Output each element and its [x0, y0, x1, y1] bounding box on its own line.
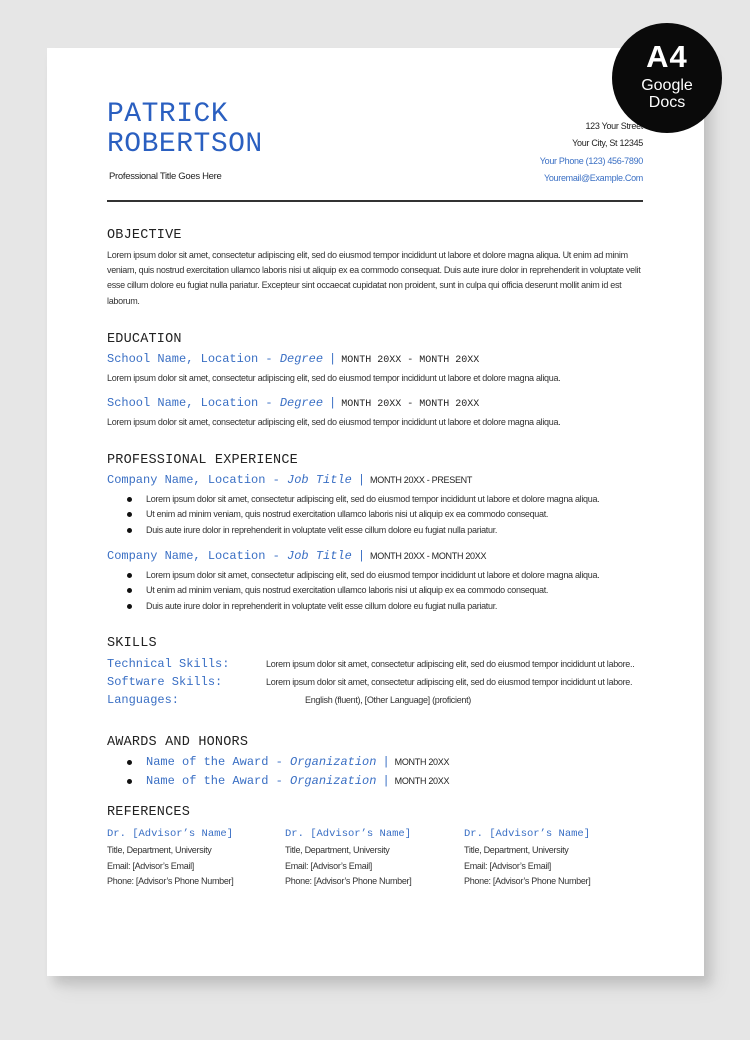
list-item: Ut enim ad minim veniam, quis nostrud ex…: [127, 583, 599, 598]
reference-name: Dr. [Advisor’s Name]: [285, 828, 412, 840]
experience-bullets: Lorem ipsum dolor sit amet, consectetur …: [127, 492, 600, 538]
reference-email: Email: [Advisor’s Email]: [464, 860, 551, 871]
resume-page: PATRICK ROBERTSON Professional Title Goe…: [47, 48, 704, 976]
reference-phone: Phone: [Advisor’s Phone Number]: [464, 876, 591, 886]
skill-row: Languages: English (fluent), [Other Lang…: [107, 693, 647, 711]
reference-card: Dr. [Advisor’s Name] Title, Department, …: [464, 828, 634, 890]
skill-row: Software Skills: Lorem ipsum dolor sit a…: [107, 675, 647, 693]
awards-list: Name of the Award - Organization | MONTH 2…: [127, 755, 449, 793]
references-heading: REFERENCES: [107, 805, 191, 820]
reference-title: Title, Department, University: [464, 845, 569, 855]
skill-value: Lorem ipsum dolor sit amet, consectetur …: [266, 659, 635, 669]
objective-heading: OBJECTIVE: [107, 228, 182, 243]
a4-google-docs-badge: A4 Google Docs: [612, 23, 722, 133]
list-item: Ut enim ad minim veniam, quis nostrud ex…: [127, 507, 599, 522]
education-entry-description: Lorem ipsum dolor sit amet, consectetur …: [107, 373, 561, 383]
reference-email: Email: [Advisor’s Email]: [107, 860, 194, 871]
list-item: Duis aute irure dolor in reprehenderit i…: [127, 523, 599, 538]
professional-title: Professional Title Goes Here: [109, 171, 222, 182]
reference-name: Dr. [Advisor’s Name]: [107, 828, 234, 840]
contact-city: Your City, St 12345: [572, 138, 643, 149]
reference-card: Dr. [Advisor’s Name] Title, Department, …: [285, 828, 455, 890]
education-entry-title: School Name, Location - Degree | MONTH 20X…: [107, 352, 480, 366]
reference-name: Dr. [Advisor’s Name]: [464, 828, 591, 840]
badge-size: A4: [646, 39, 688, 74]
experience-heading: PROFESSIONAL EXPERIENCE: [107, 453, 298, 468]
badge-label: Google Docs: [641, 77, 693, 111]
contact-street: 123 Your Street: [585, 121, 643, 131]
awards-heading: AWARDS AND HONORS: [107, 735, 249, 750]
skill-label: Languages:: [107, 693, 180, 707]
experience-bullets: Lorem ipsum dolor sit amet, consectetur …: [127, 568, 600, 614]
header-divider: [107, 200, 643, 202]
skill-row: Technical Skills: Lorem ipsum dolor sit …: [107, 657, 647, 675]
list-item: Duis aute irure dolor in reprehenderit i…: [127, 599, 599, 614]
education-heading: EDUCATION: [107, 332, 182, 347]
candidate-name: PATRICK ROBERTSON: [107, 99, 263, 160]
list-item: Lorem ipsum dolor sit amet, consectetur …: [127, 568, 600, 583]
contact-phone[interactable]: Your Phone (123) 456-7890: [540, 153, 644, 170]
reference-card: Dr. [Advisor’s Name] Title, Department, …: [107, 828, 277, 890]
reference-email: Email: [Advisor’s Email]: [285, 860, 372, 871]
experience-entry-title: Company Name, Location - Job Title | MONTH…: [107, 549, 487, 563]
reference-title: Title, Department, University: [285, 845, 390, 855]
education-entry-title: School Name, Location - Degree | MONTH 20X…: [107, 396, 480, 410]
list-item: Lorem ipsum dolor sit amet, consectetur …: [127, 492, 600, 507]
skills-heading: SKILLS: [107, 636, 157, 651]
reference-phone: Phone: [Advisor’s Phone Number]: [285, 876, 412, 886]
skill-value: Lorem ipsum dolor sit amet, consectetur …: [266, 677, 633, 687]
skill-label: Technical Skills:: [107, 657, 230, 671]
contact-block: 123 Your Street Your City, St 12345 Your…: [540, 118, 644, 187]
reference-title: Title, Department, University: [107, 845, 212, 855]
reference-phone: Phone: [Advisor’s Phone Number]: [107, 876, 234, 886]
skill-label: Software Skills:: [107, 675, 223, 689]
skill-value: English (fluent), [Other Language] (prof…: [305, 695, 471, 705]
contact-email[interactable]: Youremail@Example.Com: [540, 170, 643, 187]
education-entry-description: Lorem ipsum dolor sit amet, consectetur …: [107, 417, 561, 427]
list-item: Name of the Award - Organization | MONTH 2…: [127, 755, 449, 774]
list-item: Name of the Award - Organization | MONTH 2…: [127, 774, 449, 793]
experience-entry-title: Company Name, Location - Job Title | MONTH…: [107, 473, 473, 487]
objective-text: Lorem ipsum dolor sit amet, consectetur …: [107, 250, 641, 306]
